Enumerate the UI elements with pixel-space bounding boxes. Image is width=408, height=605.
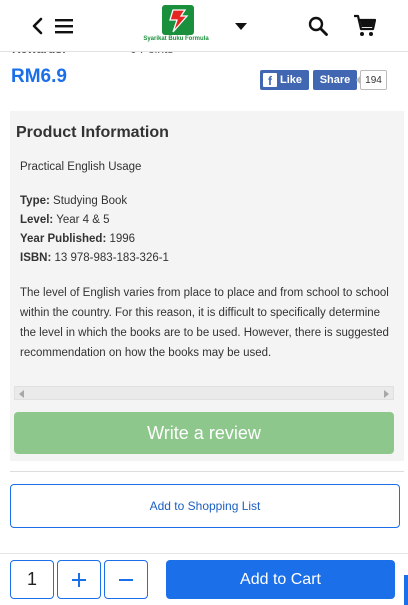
spec-isbn: ISBN: 13 978-983-183-326-1 [20, 249, 169, 268]
plus-icon [72, 572, 86, 587]
search-icon[interactable] [305, 13, 331, 39]
edge-strip [404, 575, 408, 605]
minus-icon [119, 578, 133, 581]
scroll-right-arrow-icon[interactable] [384, 390, 389, 398]
spec-value: 13 978-983-183-326-1 [51, 252, 169, 264]
spec-year-published: Year Published: 1996 [20, 230, 169, 249]
product-page: Syarikat Buku Formula Rewards: 0 Points … [0, 0, 408, 605]
cart-icon[interactable] [352, 13, 378, 39]
logo-caption: Syarikat Buku Formula [143, 36, 209, 42]
bottom-action-bar: 1 Add to Cart [0, 553, 408, 605]
spec-value: Studying Book [49, 195, 128, 207]
spec-label: Level: [20, 214, 54, 226]
product-specs: Type: Studying Book Level: Year 4 & 5 Ye… [20, 192, 169, 268]
add-to-shopping-list-button[interactable]: Add to Shopping List [10, 484, 400, 528]
facebook-like-label: Like [280, 74, 303, 86]
spec-value: 1996 [106, 233, 136, 245]
scroll-left-arrow-icon[interactable] [19, 390, 24, 398]
facebook-icon: f [263, 73, 277, 87]
facebook-like-button[interactable]: f Like [260, 70, 309, 90]
product-information-panel: Product Information Practical English Us… [10, 111, 404, 461]
facebook-share-button[interactable]: Share [313, 70, 357, 90]
brand-logo[interactable]: Syarikat Buku Formula [137, 3, 215, 43]
product-information-title: Product Information [16, 124, 169, 141]
menu-icon[interactable] [51, 13, 77, 39]
quantity-increase-button[interactable] [57, 560, 101, 599]
spec-value: Year 4 & 5 [53, 214, 110, 226]
product-description: The level of English varies from place t… [20, 287, 389, 359]
spec-label: ISBN: [20, 252, 52, 264]
back-icon[interactable] [24, 13, 50, 39]
spec-level: Level: Year 4 & 5 [20, 211, 169, 230]
section-divider [10, 471, 404, 472]
spec-type: Type: Studying Book [20, 192, 169, 211]
quantity-field[interactable]: 1 [10, 560, 54, 599]
spec-label: Year Published: [20, 233, 107, 245]
share-count-badge: 194 [356, 70, 387, 90]
caret-down-icon[interactable] [228, 13, 254, 39]
product-name: Practical English Usage [20, 161, 142, 173]
quantity-decrease-button[interactable] [104, 560, 148, 599]
add-to-cart-button[interactable]: Add to Cart [166, 560, 395, 599]
top-header: Syarikat Buku Formula [0, 0, 408, 52]
horizontal-scrollbar[interactable] [14, 386, 394, 400]
spec-label: Type: [20, 195, 50, 207]
product-price: RM6.9 [11, 66, 67, 87]
write-review-button[interactable]: Write a review [14, 412, 394, 454]
